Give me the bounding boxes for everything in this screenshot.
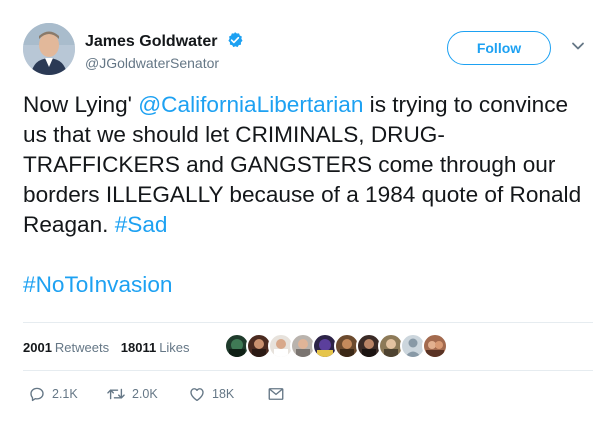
author-name[interactable]: James Goldwater xyxy=(85,31,244,54)
follow-button[interactable]: Follow xyxy=(447,31,551,65)
tweet-stats: 2001 Retweets 18011 Likes xyxy=(23,333,198,363)
verified-badge-icon xyxy=(226,31,244,54)
retweets-stat[interactable]: 2001 Retweets xyxy=(23,333,109,363)
retweet-count: 2.0K xyxy=(132,387,158,401)
tweet-body: Now Lying' @CaliforniaLibertarian is try… xyxy=(23,90,593,240)
reply-count: 2.1K xyxy=(52,387,78,401)
hashtag-sad-link[interactable]: #Sad xyxy=(115,212,168,237)
retweet-icon xyxy=(106,385,126,403)
direct-message-button[interactable] xyxy=(267,380,285,408)
tweet-text: Now Lying' @CaliforniaLibertarian is try… xyxy=(23,90,593,300)
like-icon xyxy=(188,385,206,403)
liker-avatar[interactable] xyxy=(422,333,448,359)
retweets-count: 2001 xyxy=(23,340,52,355)
likes-stat[interactable]: 18011 Likes xyxy=(121,333,190,363)
tweet-header: James Goldwater @JGoldwaterSenator Follo… xyxy=(23,19,593,79)
likes-count: 18011 xyxy=(120,340,157,355)
tweet-text-start: Now Lying' xyxy=(23,92,139,117)
reply-button[interactable]: 2.1K xyxy=(28,380,78,408)
tweet-hashtag-line: #NoToInvasion xyxy=(23,270,593,300)
like-button[interactable]: 18K xyxy=(188,380,234,408)
retweet-button[interactable]: 2.0K xyxy=(106,380,158,408)
retweets-label: Retweets xyxy=(54,340,110,355)
mention-link[interactable]: @CaliforniaLibertarian xyxy=(138,92,363,117)
divider-top xyxy=(23,322,593,323)
author-handle[interactable]: @JGoldwaterSenator xyxy=(85,55,219,71)
hashtag-notoinvasion-link[interactable]: #NoToInvasion xyxy=(23,272,172,297)
message-icon xyxy=(267,385,285,403)
reply-icon xyxy=(28,385,46,403)
like-count: 18K xyxy=(212,387,235,401)
likes-label: Likes xyxy=(159,340,190,355)
divider-bottom xyxy=(23,370,593,371)
author-avatar[interactable] xyxy=(23,23,75,75)
author-name-text: James Goldwater xyxy=(85,33,218,50)
chevron-down-icon[interactable] xyxy=(571,39,585,53)
